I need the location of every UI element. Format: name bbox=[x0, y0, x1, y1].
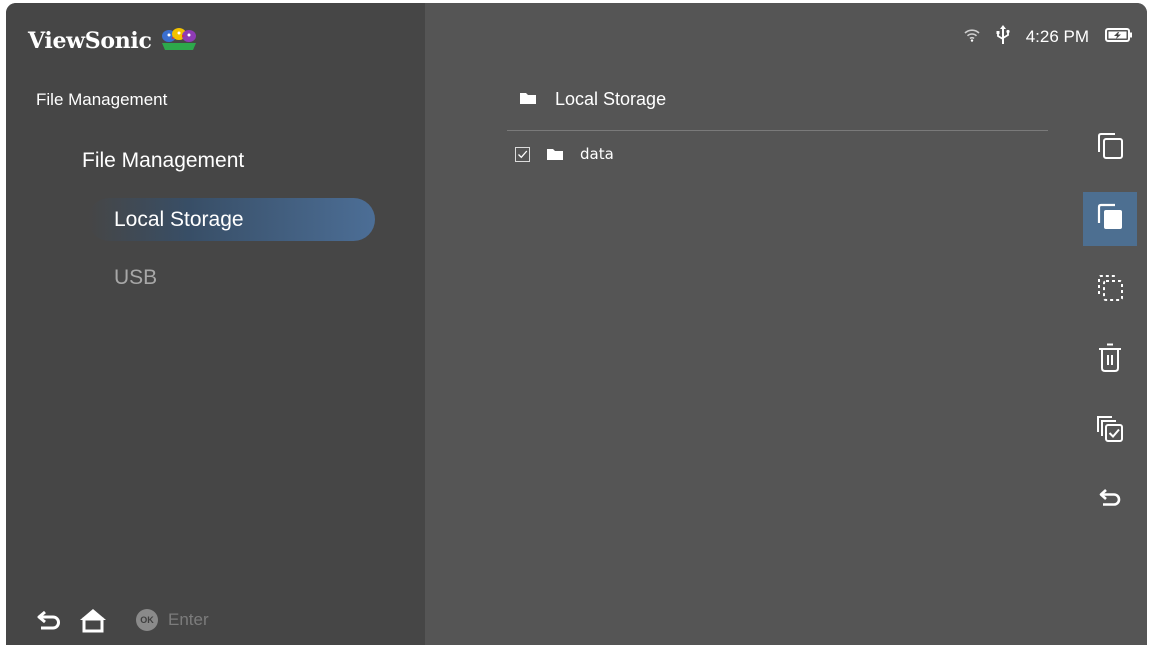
app-window: ViewSonic File Management File Managemen… bbox=[6, 3, 1147, 645]
delete-icon bbox=[1094, 342, 1126, 379]
battery-icon bbox=[1105, 27, 1133, 48]
sidebar-item-label: Local Storage bbox=[114, 207, 244, 231]
current-path-header: Local Storage bbox=[519, 89, 666, 110]
menu-group-label: File Management bbox=[82, 149, 245, 172]
copy-button[interactable] bbox=[1083, 121, 1137, 175]
logo-text: ViewSonic bbox=[28, 28, 152, 54]
folder-icon bbox=[519, 89, 537, 110]
folder-icon bbox=[546, 147, 564, 161]
home-icon[interactable] bbox=[78, 607, 108, 633]
brand-logo: ViewSonic bbox=[28, 23, 198, 59]
paste-button[interactable] bbox=[1083, 192, 1137, 246]
paste-icon bbox=[1094, 201, 1126, 238]
status-bar: 4:26 PM bbox=[964, 24, 1133, 50]
sidebar: ViewSonic File Management File Managemen… bbox=[6, 3, 425, 645]
sidebar-item-usb[interactable]: USB bbox=[88, 256, 375, 299]
file-name: data bbox=[580, 145, 614, 163]
clock-time: 4:26 PM bbox=[1025, 27, 1089, 46]
path-label: Local Storage bbox=[555, 89, 667, 109]
bottom-hint-bar: OK Enter bbox=[36, 603, 209, 637]
return-icon bbox=[1098, 487, 1122, 516]
header-divider bbox=[507, 130, 1048, 131]
copy-icon bbox=[1094, 130, 1126, 167]
cut-button[interactable] bbox=[1083, 263, 1137, 317]
select-all-icon bbox=[1094, 412, 1126, 449]
file-list-item[interactable]: data bbox=[515, 143, 614, 165]
ok-button-badge: OK bbox=[136, 609, 158, 631]
sidebar-item-local-storage[interactable]: Local Storage bbox=[88, 198, 375, 241]
birds-logo-icon bbox=[160, 26, 198, 57]
panel-title: File Management bbox=[36, 90, 168, 109]
sidebar-item-label: USB bbox=[114, 265, 158, 289]
checkmark-icon bbox=[518, 150, 528, 158]
usb-icon bbox=[996, 24, 1010, 50]
delete-button[interactable] bbox=[1083, 333, 1137, 387]
enter-hint-label: Enter bbox=[168, 610, 209, 629]
cut-icon bbox=[1094, 272, 1126, 309]
back-icon[interactable] bbox=[36, 609, 62, 631]
item-checkbox[interactable] bbox=[515, 146, 530, 162]
content-panel: 4:26 PM Local Storage data bbox=[425, 3, 1147, 645]
wifi-icon bbox=[964, 28, 980, 47]
return-button[interactable] bbox=[1083, 474, 1137, 528]
select-all-button[interactable] bbox=[1083, 403, 1137, 457]
